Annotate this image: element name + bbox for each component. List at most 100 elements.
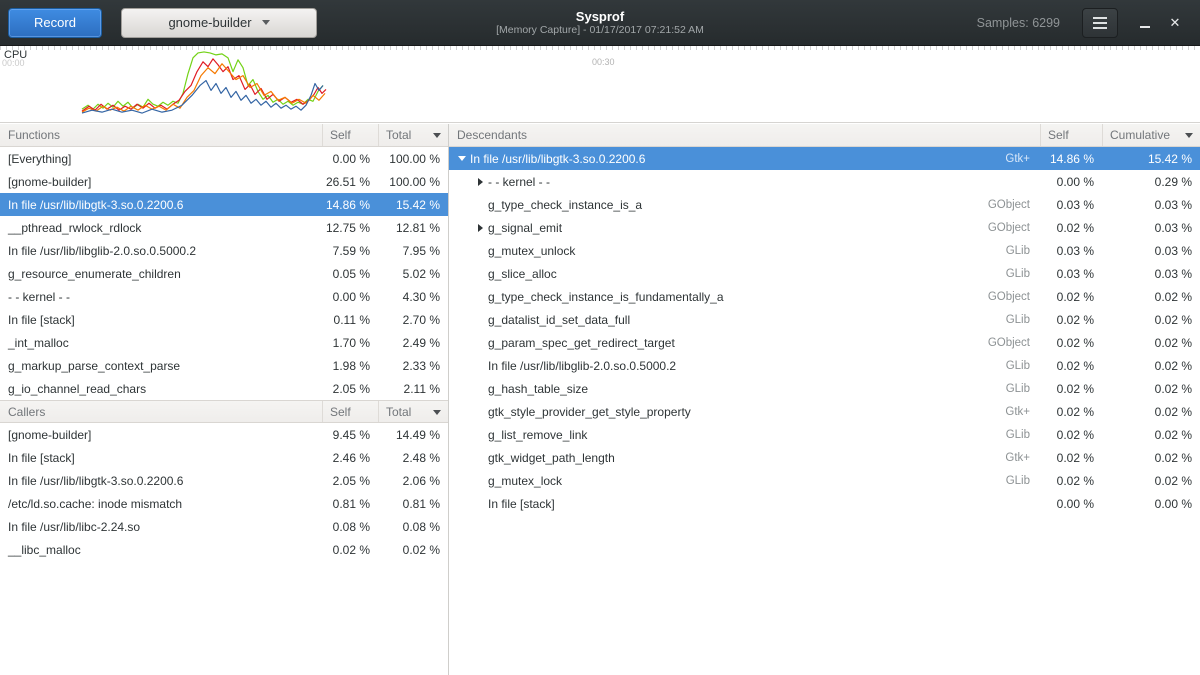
function-row[interactable]: In file /usr/lib/libglib-2.0.so.0.5000.2… [0,239,448,262]
symbol-name: g_datalist_id_set_data_full [488,313,630,327]
self-percent: 0.02 % [1040,474,1102,488]
descendant-row[interactable]: g_signal_emitGObject0.02 %0.03 % [449,216,1200,239]
descendants-self-column-header[interactable]: Self [1040,124,1102,146]
descendant-row[interactable]: g_mutex_unlockGLib0.03 %0.03 % [449,239,1200,262]
library-badge: GObject [988,222,1040,234]
total-percent: 14.49 % [378,428,448,442]
descendant-row[interactable]: g_list_remove_linkGLib0.02 %0.02 % [449,423,1200,446]
total-percent: 2.49 % [378,336,448,350]
self-percent: 0.02 % [1040,221,1102,235]
expander-icon[interactable] [472,178,488,186]
record-button[interactable]: Record [8,8,102,38]
descendant-row[interactable]: In file [stack]0.00 %0.00 % [449,492,1200,515]
function-row[interactable]: g_io_channel_read_chars2.05 %2.11 % [0,377,448,400]
column-label: Total [386,128,411,142]
function-row[interactable]: g_resource_enumerate_children0.05 %5.02 … [0,262,448,285]
descendant-row[interactable]: g_slice_allocGLib0.03 %0.03 % [449,262,1200,285]
function-row[interactable]: __pthread_rwlock_rdlock12.75 %12.81 % [0,216,448,239]
caller-row[interactable]: __libc_malloc0.02 %0.02 % [0,538,448,561]
callers-list: [gnome-builder]9.45 %14.49 %In file [sta… [0,423,448,561]
functions-total-column-header[interactable]: Total [378,124,448,146]
descendant-row[interactable]: g_param_spec_get_redirect_targetGObject0… [449,331,1200,354]
symbol-name: [Everything] [0,152,322,166]
function-row[interactable]: - - kernel - -0.00 %4.30 % [0,285,448,308]
symbol-name: g_list_remove_link [488,428,587,442]
column-label: Self [330,405,351,419]
library-badge: GObject [988,337,1040,349]
caller-row[interactable]: In file /usr/lib/libgtk-3.so.0.2200.62.0… [0,469,448,492]
self-percent: 0.05 % [322,267,378,281]
descendant-row[interactable]: g_mutex_lockGLib0.02 %0.02 % [449,469,1200,492]
descendants-cumulative-column-header[interactable]: Cumulative [1102,124,1200,146]
descendants-column-header[interactable]: Descendants [449,124,1040,146]
descendant-row[interactable]: gtk_widget_path_lengthGtk+0.02 %0.02 % [449,446,1200,469]
symbol-name: In file /usr/lib/libgtk-3.so.0.2200.6 [0,198,322,212]
descendant-row[interactable]: g_type_check_instance_is_aGObject0.03 %0… [449,193,1200,216]
window-title-area: Sysprof [Memory Capture] - 01/17/2017 07… [300,0,900,46]
self-percent: 0.03 % [1040,244,1102,258]
symbol-name: g_markup_parse_context_parse [0,359,322,373]
callers-total-column-header[interactable]: Total [378,401,448,422]
function-row[interactable]: _int_malloc1.70 %2.49 % [0,331,448,354]
function-row[interactable]: [gnome-builder]26.51 %100.00 % [0,170,448,193]
library-badge: GObject [988,291,1040,303]
descendant-row[interactable]: - - kernel - -0.00 %0.29 % [449,170,1200,193]
library-badge: GLib [1006,314,1040,326]
cumulative-percent: 0.02 % [1102,336,1200,350]
function-row[interactable]: In file /usr/lib/libgtk-3.so.0.2200.614.… [0,193,448,216]
cumulative-percent: 0.02 % [1102,382,1200,396]
function-row[interactable]: In file [stack]0.11 %2.70 % [0,308,448,331]
library-badge: GLib [1006,429,1040,441]
minimize-button[interactable] [1130,8,1160,38]
menu-button[interactable] [1082,8,1118,38]
capture-subtitle: [Memory Capture] - 01/17/2017 07:21:52 A… [496,24,704,37]
function-row[interactable]: [Everything]0.00 %100.00 % [0,147,448,170]
self-percent: 7.59 % [322,244,378,258]
self-percent: 0.02 % [1040,428,1102,442]
self-percent: 0.03 % [1040,267,1102,281]
column-label: Self [330,128,351,142]
cumulative-percent: 0.02 % [1102,451,1200,465]
headerbar: Record gnome-builder Sysprof [Memory Cap… [0,0,1200,46]
total-percent: 2.48 % [378,451,448,465]
descendant-row[interactable]: g_type_check_instance_is_fundamentally_a… [449,285,1200,308]
callers-self-column-header[interactable]: Self [322,401,378,422]
descendant-row[interactable]: In file /usr/lib/libglib-2.0.so.0.5000.2… [449,354,1200,377]
self-percent: 0.81 % [322,497,378,511]
process-selector-dropdown[interactable]: gnome-builder [121,8,317,38]
sort-indicator-icon [1185,133,1193,138]
descendant-row[interactable]: In file /usr/lib/libgtk-3.so.0.2200.6Gtk… [449,147,1200,170]
symbol-name: __libc_malloc [0,543,322,557]
library-badge: GLib [1006,268,1040,280]
expander-icon[interactable] [472,224,488,232]
caller-row[interactable]: [gnome-builder]9.45 %14.49 % [0,423,448,446]
samples-count: Samples: 6299 [977,16,1060,30]
descendants-tree: In file /usr/lib/libgtk-3.so.0.2200.6Gtk… [449,147,1200,515]
total-percent: 0.81 % [378,497,448,511]
symbol-name: gtk_style_provider_get_style_property [488,405,691,419]
close-button[interactable]: ✕ [1160,8,1190,38]
caller-row[interactable]: /etc/ld.so.cache: inode mismatch0.81 %0.… [0,492,448,515]
triangle-closed-icon [478,224,483,232]
callers-column-header[interactable]: Callers [0,401,322,422]
symbol-name: In file [stack] [0,451,322,465]
functions-self-column-header[interactable]: Self [322,124,378,146]
functions-column-header[interactable]: Functions [0,124,322,146]
expander-icon[interactable] [454,156,470,161]
descendant-row[interactable]: gtk_style_provider_get_style_propertyGtk… [449,400,1200,423]
self-percent: 0.00 % [322,152,378,166]
column-label: Total [386,405,411,419]
cpu-timeline-graph[interactable]: CPU 00:00 00:30 [0,46,1200,123]
descendant-row[interactable]: g_datalist_id_set_data_fullGLib0.02 %0.0… [449,308,1200,331]
symbol-name: [gnome-builder] [0,428,322,442]
caller-row[interactable]: In file /usr/lib/libc-2.24.so0.08 %0.08 … [0,515,448,538]
hamburger-icon [1093,22,1107,24]
function-row[interactable]: g_markup_parse_context_parse1.98 %2.33 % [0,354,448,377]
self-percent: 0.02 % [1040,382,1102,396]
total-percent: 100.00 % [378,152,448,166]
symbol-name: In file /usr/lib/libgtk-3.so.0.2200.6 [0,474,322,488]
hamburger-icon [1093,17,1107,19]
headerbar-right: Samples: 6299 ✕ [977,8,1200,38]
descendant-row[interactable]: g_hash_table_sizeGLib0.02 %0.02 % [449,377,1200,400]
caller-row[interactable]: In file [stack]2.46 %2.48 % [0,446,448,469]
